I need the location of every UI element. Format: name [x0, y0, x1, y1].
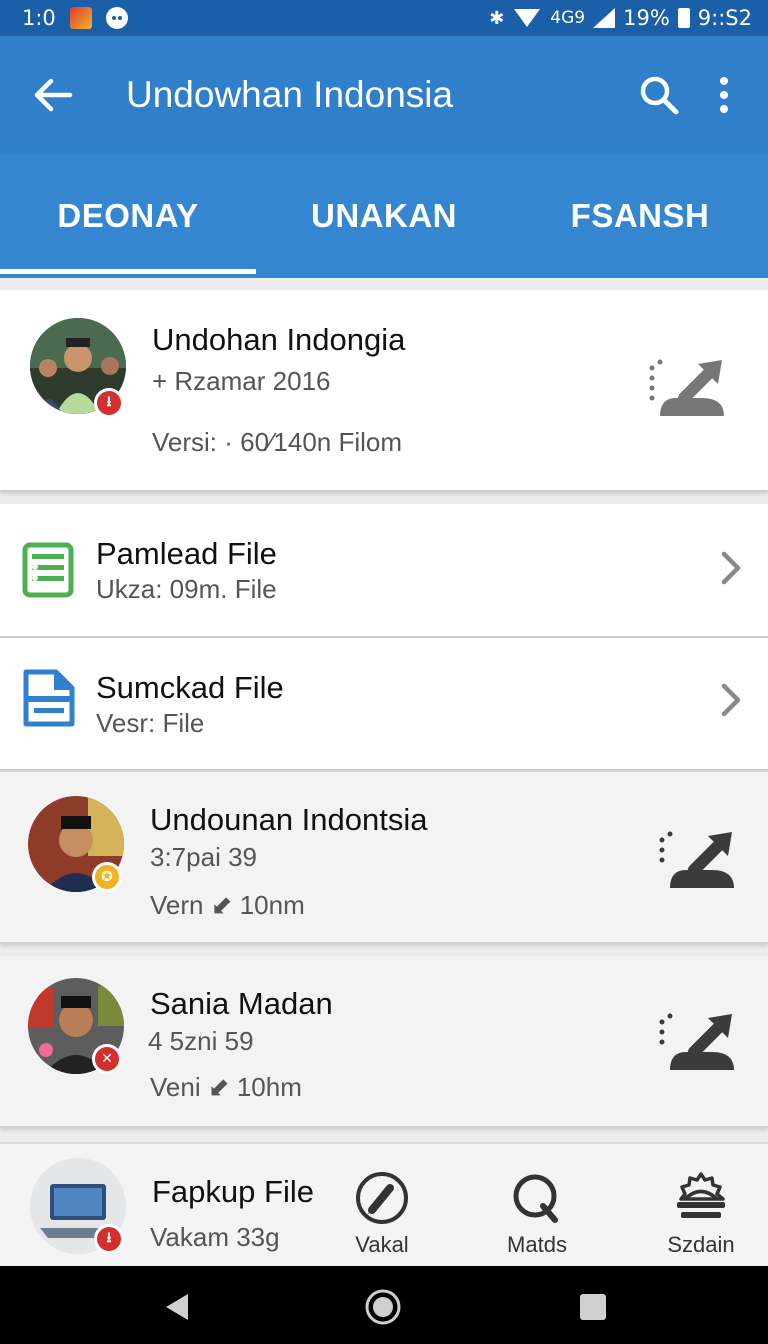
chat-notification-icon	[105, 7, 128, 29]
item-meta: Vakam 33g	[150, 1222, 280, 1252]
list-item[interactable]: Pamlead File Ukza: 09m. File	[0, 504, 768, 638]
item-title: Undounan Indontsia	[150, 802, 428, 837]
badge-settings-icon	[677, 1172, 725, 1218]
download-badge-icon: ⭳	[94, 1224, 124, 1254]
list-item[interactable]: ✪ Undounan Indontsia 3:7pai 39 Vern ⬋ 10…	[0, 772, 768, 944]
nav-label: Matds	[507, 1232, 567, 1257]
app-bar: Undowhan Indonsia	[0, 36, 768, 154]
item-title: Undohan Indongia	[152, 322, 406, 357]
chevron-right-icon	[721, 551, 741, 585]
pen-icon	[356, 1172, 408, 1224]
item-version: Versi: · 60⁄140n Filom	[152, 427, 403, 457]
signal-icon	[593, 8, 616, 28]
search-button[interactable]	[624, 60, 694, 130]
list-item[interactable]: ✕ Sania Madan 4 5zni 59 Veni ⬋ 10hm	[0, 956, 768, 1128]
back-button[interactable]	[18, 60, 88, 130]
tab-bar: DEONAY UNAKAN FSANSH	[0, 154, 768, 278]
item-date: 3:7pai 39	[150, 842, 257, 872]
nav-label: Szdain	[667, 1232, 735, 1257]
cloud-upload-icon[interactable]	[656, 1008, 740, 1078]
list-item[interactable]: ⭳ Undohan Indongia + Rzamar 2016 Versi: …	[0, 290, 768, 492]
bottom-bar: ⭳ Fapkup File Vakam 33g Vakal Matds Szda…	[0, 1142, 768, 1266]
nav-vakal[interactable]: Vakal	[322, 1170, 442, 1258]
tab-fsansh[interactable]: FSANSH	[512, 154, 768, 278]
arrow-left-icon	[34, 78, 73, 112]
item-title: Sania Madan	[150, 986, 333, 1021]
download-badge-icon: ⭳	[94, 388, 124, 418]
nav-home-icon[interactable]	[364, 1288, 402, 1326]
item-meta: Ukza: 09m. File	[96, 574, 277, 604]
nav-szdain[interactable]: Szdain	[641, 1170, 761, 1258]
app-notification-icon	[69, 7, 92, 29]
status-clock: 9::S2	[697, 6, 752, 30]
nav-label: Vakal	[355, 1232, 409, 1257]
item-title: Pamlead File	[96, 536, 277, 571]
nav-matds[interactable]: Matds	[477, 1170, 597, 1258]
cloud-upload-icon[interactable]	[656, 826, 740, 896]
more-options-button[interactable]	[694, 60, 754, 130]
nav-back-icon[interactable]	[160, 1290, 194, 1324]
item-title: Sumckad File	[96, 670, 284, 705]
item-date: 4 5zni 59	[148, 1026, 254, 1056]
battery-percent: 19%	[623, 6, 670, 30]
status-bar: 1:0 ✱ 4G9 19% 9::S2	[0, 0, 768, 36]
system-navigation-bar	[0, 1266, 768, 1344]
battery-icon	[677, 8, 690, 28]
spreadsheet-icon	[22, 542, 74, 598]
network-type: 4G9	[550, 8, 586, 28]
nav-recents-icon[interactable]	[578, 1292, 608, 1322]
search-q-icon	[513, 1174, 558, 1223]
item-version: Veni ⬋ 10hm	[150, 1072, 302, 1102]
item-title: Fapkup File	[152, 1174, 314, 1209]
status-time: 1:0	[22, 6, 56, 30]
chevron-right-icon	[721, 683, 741, 717]
page-title: Undowhan Indonsia	[126, 74, 454, 115]
cloud-upload-icon[interactable]	[646, 354, 730, 424]
item-date: + Rzamar 2016	[152, 366, 331, 396]
list-item[interactable]: Sumckad File Vesr: File	[0, 638, 768, 771]
cross-badge-icon: ✕	[92, 1044, 122, 1074]
bluetooth-icon: ✱	[489, 7, 505, 29]
ribbon-badge-icon: ✪	[92, 862, 122, 892]
more-vert-icon	[720, 77, 728, 113]
item-meta: Vesr: File	[96, 708, 205, 738]
search-icon	[640, 76, 679, 115]
item-version: Vern ⬋ 10nm	[150, 890, 305, 920]
tab-unakan[interactable]: UNAKAN	[256, 154, 512, 278]
wifi-icon	[514, 9, 541, 27]
document-icon	[23, 669, 75, 727]
tab-deonay[interactable]: DEONAY	[0, 154, 256, 278]
